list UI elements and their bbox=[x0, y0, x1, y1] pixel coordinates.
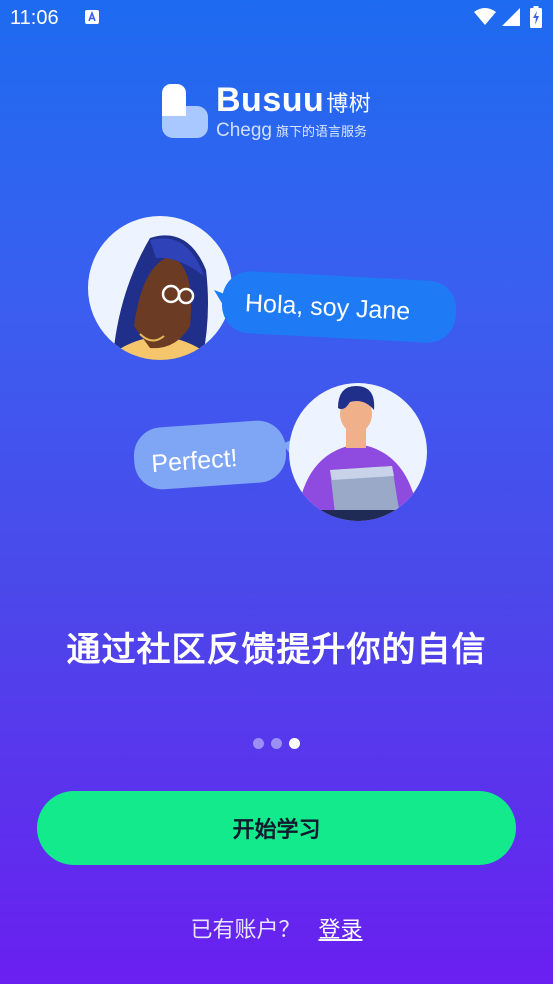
battery-charging-icon bbox=[530, 6, 542, 28]
speech-bubble-reply: Perfect! bbox=[133, 420, 300, 490]
pagination-dot-active[interactable] bbox=[289, 738, 300, 749]
keyboard-a-icon bbox=[85, 10, 99, 24]
wifi-icon bbox=[474, 8, 496, 25]
jane-avatar bbox=[88, 216, 232, 360]
start-learning-button[interactable]: 开始学习 bbox=[37, 791, 516, 865]
speech-bubble-jane: Hola, soy Jane bbox=[214, 271, 457, 343]
logo-brand-name: Busuu bbox=[216, 81, 325, 119]
logo-sub-chegg: Chegg bbox=[216, 120, 272, 141]
logo-subtitle: Chegg 旗下的语言服务 bbox=[216, 120, 367, 142]
pagination-dots bbox=[0, 738, 553, 749]
bubble-text-reply: Perfect! bbox=[151, 444, 239, 478]
login-prompt: 已有账户？ bbox=[190, 918, 301, 943]
logo-brand-cn: 博树 bbox=[326, 91, 372, 116]
onboarding-screen: 11:06 Busuu博树 Chegg 旗下的语言服务 Hola, soy Ja… bbox=[0, 0, 553, 984]
logo-brand: Busuu博树 bbox=[216, 82, 371, 122]
busuu-logo: Busuu博树 Chegg 旗下的语言服务 bbox=[162, 82, 402, 142]
busuu-logo-mark bbox=[162, 84, 208, 138]
conversation-illustration: Hola, soy Jane Perfect! bbox=[88, 216, 457, 521]
login-row: 已有账户？ 登录 bbox=[0, 912, 553, 944]
status-bar: 11:06 bbox=[0, 0, 553, 36]
logo-sub-cn: 旗下的语言服务 bbox=[276, 124, 368, 139]
status-time: 11:06 bbox=[10, 7, 59, 29]
student-avatar bbox=[289, 383, 427, 521]
login-link[interactable]: 登录 bbox=[319, 918, 363, 943]
signal-icon bbox=[502, 8, 520, 26]
pagination-dot[interactable] bbox=[253, 738, 264, 749]
onboarding-headline: 通过社区反馈提升你的自信 bbox=[66, 630, 487, 670]
pagination-dot[interactable] bbox=[271, 738, 282, 749]
